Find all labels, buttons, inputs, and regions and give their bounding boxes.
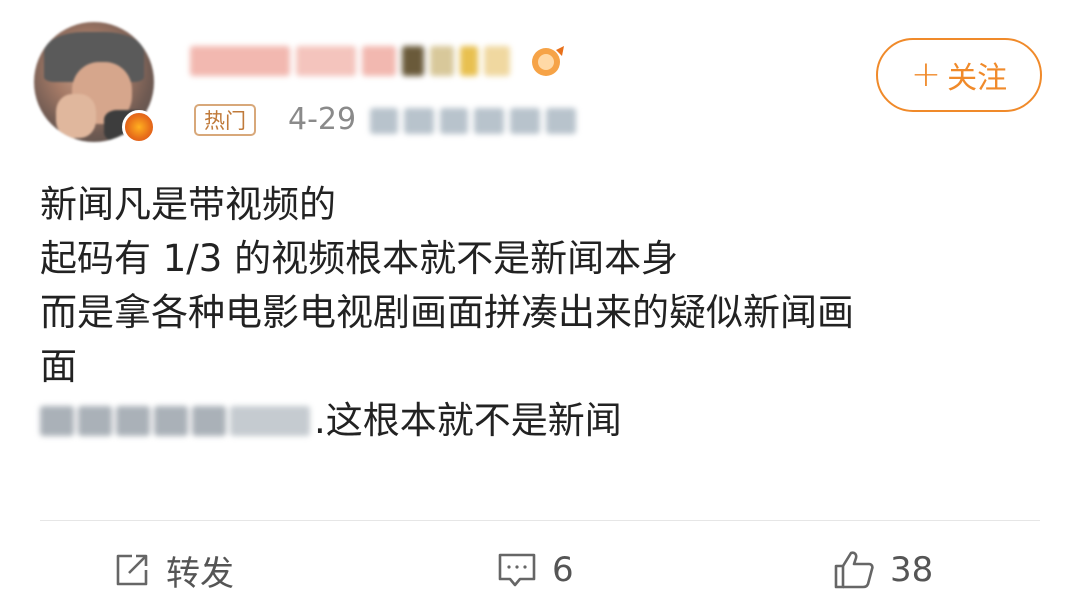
vip-badge-icon: [528, 44, 568, 78]
post-date: 4-29: [288, 102, 357, 137]
content-line: 面: [40, 345, 77, 388]
follow-button[interactable]: + 关注: [876, 38, 1042, 112]
post-source-blurred: [370, 108, 580, 134]
repost-label: 转发: [166, 553, 234, 594]
post-content: 新闻凡是带视频的 起码有 1/3 的视频根本就不是新闻本身 而是拿各种电影电视剧…: [40, 178, 1040, 448]
follow-label: 关注: [947, 61, 1008, 96]
weibo-post: 热门 4-29 + 关注 新闻凡是带视频的 起码有 1/3 的视频根本就不是新闻…: [0, 0, 1080, 613]
repost-button[interactable]: 转发: [112, 540, 234, 600]
hot-tag: 热门: [194, 104, 256, 136]
like-count: 38: [890, 550, 934, 590]
content-line-suffix: .这根本就不是新闻: [314, 399, 622, 442]
content-line: .这根本就不是新闻: [40, 394, 1040, 448]
blurred-text: [40, 406, 312, 436]
like-button[interactable]: 38: [832, 540, 933, 600]
comment-icon: [496, 550, 538, 590]
content-line: 新闻凡是带视频的: [40, 183, 336, 226]
repost-icon: [112, 550, 152, 590]
comment-button[interactable]: 6: [496, 540, 574, 600]
plus-icon: +: [910, 54, 942, 95]
comment-count: 6: [552, 550, 574, 590]
thumbs-up-icon: [832, 549, 876, 591]
content-line: 起码有 1/3 的视频根本就不是新闻本身: [40, 237, 679, 280]
divider: [40, 520, 1040, 521]
username-blurred[interactable]: [190, 40, 530, 82]
content-line: 而是拿各种电影电视剧画面拼凑出来的疑似新闻画: [40, 291, 854, 334]
verified-badge-icon: [122, 110, 156, 144]
